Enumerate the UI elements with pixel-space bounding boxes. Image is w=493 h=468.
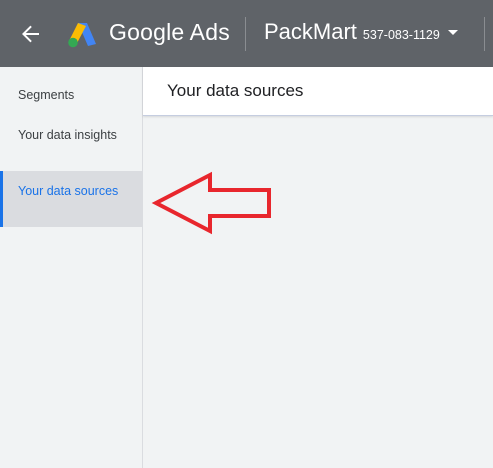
sidebar-nav: Segments Your data insights Your data so… — [0, 67, 143, 468]
account-id: 537-083-1129 — [362, 28, 440, 42]
main-content: Your data sources — [143, 67, 493, 468]
page-title: Your data sources — [167, 81, 304, 100]
sidebar-item-your-data-insights[interactable]: Your data insights — [0, 127, 142, 144]
sidebar-item-segments[interactable]: Segments — [0, 87, 142, 104]
sidebar-item-label: Segments — [18, 88, 75, 102]
topbar-divider-right — [484, 17, 485, 51]
caret-down-icon — [447, 30, 458, 36]
back-button[interactable] — [14, 18, 46, 50]
arrow-back-icon — [22, 25, 39, 43]
google-ads-logo-icon[interactable] — [66, 20, 98, 48]
sidebar-item-label: Your data sources — [18, 184, 119, 198]
sidebar-item-label: Your data insights — [18, 128, 117, 142]
account-name: PackMart — [264, 19, 357, 44]
top-app-bar: Google Ads PackMart 537-083-1129 — [0, 0, 493, 67]
product-name: Google Ads — [109, 19, 230, 45]
page-header: Your data sources — [143, 67, 493, 116]
topbar-divider — [245, 17, 246, 51]
sidebar-item-your-data-sources[interactable]: Your data sources — [0, 171, 142, 227]
account-switcher[interactable]: PackMart 537-083-1129 — [264, 19, 458, 45]
